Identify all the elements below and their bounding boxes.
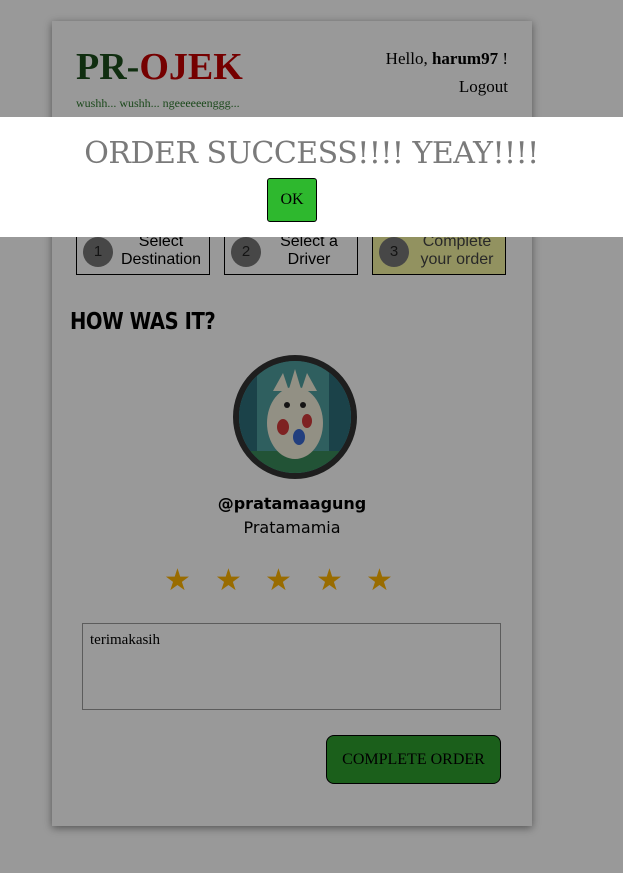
order-success-modal: ORDER SUCCESS!!!! YEAY!!!! OK: [0, 117, 623, 237]
ok-button[interactable]: OK: [267, 178, 317, 222]
modal-message: ORDER SUCCESS!!!! YEAY!!!!: [84, 136, 539, 171]
